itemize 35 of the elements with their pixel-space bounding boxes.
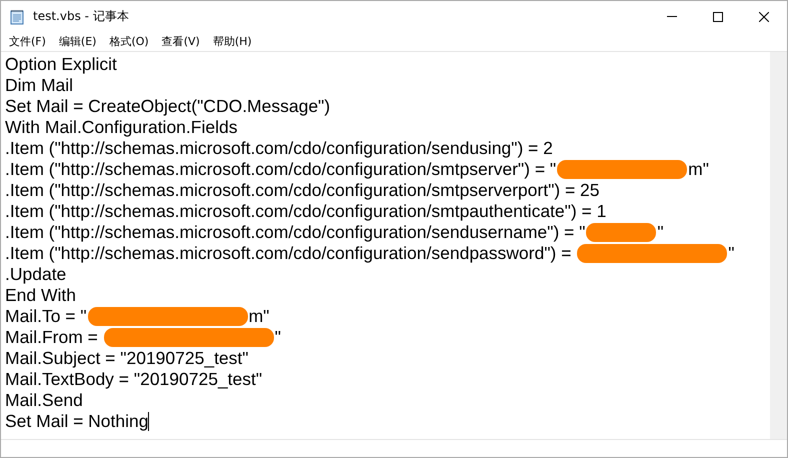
code-text: " [728, 243, 734, 264]
code-text: Dim Mail [5, 75, 74, 96]
notepad-icon [9, 8, 25, 24]
redaction-mark [586, 223, 656, 242]
code-text: m" [688, 159, 709, 180]
minimize-icon [667, 16, 677, 17]
code-text: Mail.Subject = "20190725_test" [5, 348, 248, 369]
code-text: .Update [5, 264, 66, 285]
code-text: .Item ("http://schemas.microsoft.com/cdo/configuration/sendusername") = " [5, 222, 586, 243]
code-text: End With [5, 285, 76, 306]
code-text: Option Explicit [5, 54, 117, 75]
menu-item[interactable]: 格式(O) [108, 34, 150, 49]
menu-item[interactable]: 查看(V) [160, 34, 201, 49]
code-text: Set Mail = Nothing [5, 411, 148, 432]
code-text: " [657, 222, 664, 243]
code-text: .Item ("http://schemas.microsoft.com/cdo/configuration/smtpauthenticate") = 1 [5, 201, 606, 222]
code-text: With Mail.Configuration.Fields [5, 117, 238, 138]
close-icon [759, 12, 769, 22]
code-text: .Item ("http://schemas.microsoft.com/cdo/configuration/smtpserverport") = 25 [5, 180, 600, 201]
window-title: test.vbs - 记事本 [33, 8, 129, 25]
code-text: Mail.TextBody = "20190725_test" [5, 369, 262, 390]
menu-item[interactable]: 编辑(E) [58, 34, 98, 49]
code-text: .Item ("http://schemas.microsoft.com/cdo/configuration/smtpserver") = " [5, 159, 556, 180]
code-text: .Item ("http://schemas.microsoft.com/cdo/configuration/sendpassword") = [5, 243, 572, 264]
scrollbar[interactable] [770, 52, 787, 439]
code-text: .Item ("http://schemas.microsoft.com/cdo/configuration/sendusing") = 2 [5, 138, 553, 159]
code-text: Mail.Send [5, 390, 83, 411]
code-text: Set Mail = CreateObject("CDO.Message") [5, 96, 330, 117]
maximize-icon [713, 12, 723, 22]
menu-item[interactable]: 文件(F) [8, 34, 47, 49]
code-text: Mail.To = " [5, 306, 87, 327]
code-text: m" [248, 306, 270, 327]
menu-item[interactable]: 帮助(H) [212, 34, 253, 49]
code-text: Mail.From = [5, 327, 99, 348]
code-text: " [274, 327, 281, 348]
